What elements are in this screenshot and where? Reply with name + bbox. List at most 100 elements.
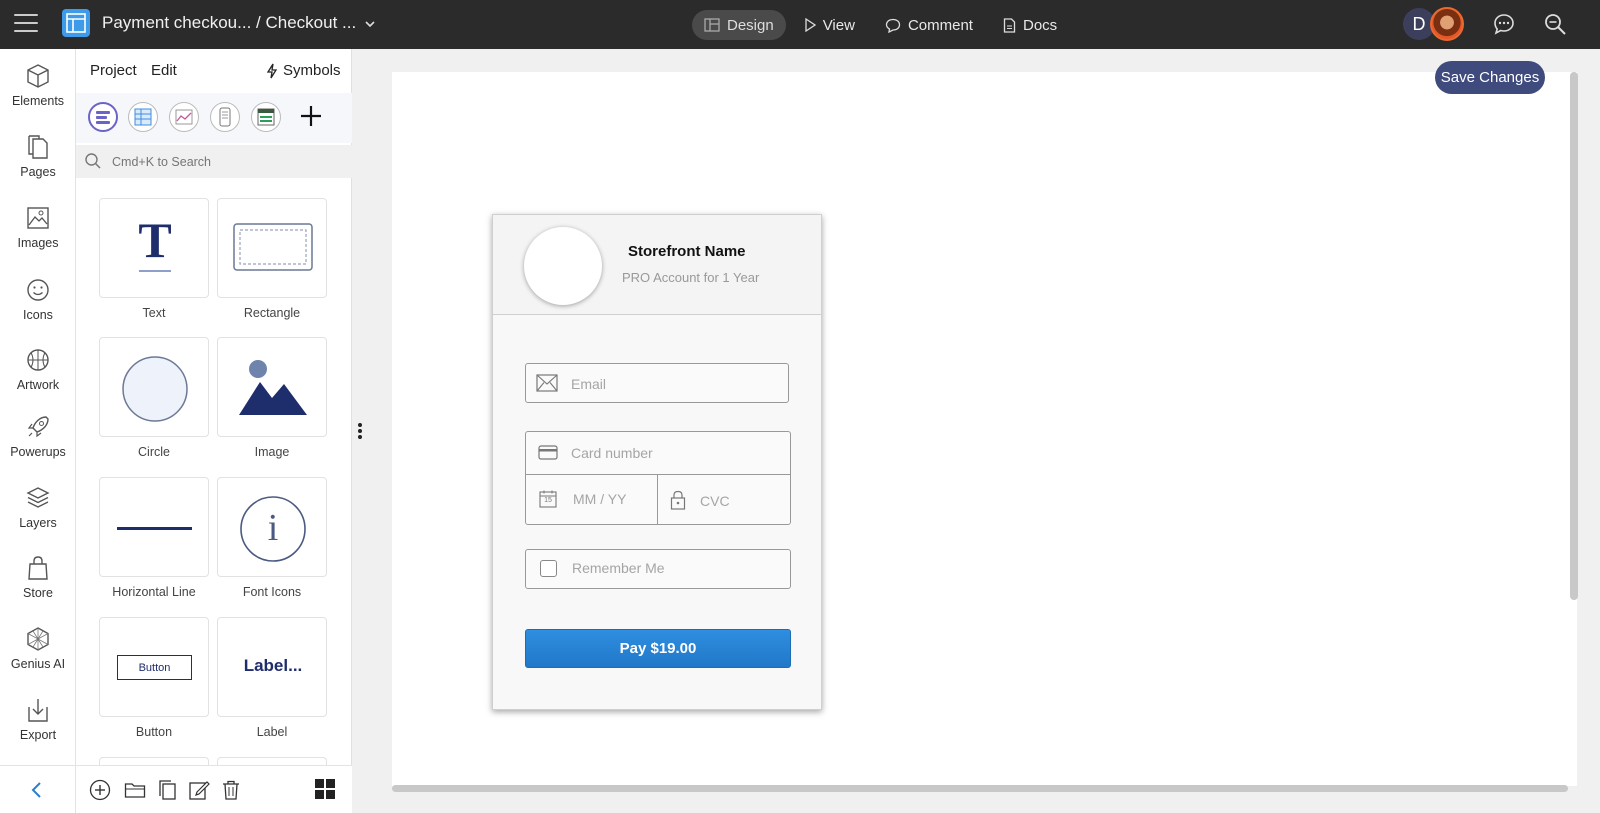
rail-item-elements[interactable]: Elements: [0, 63, 76, 108]
button-preview: Button: [117, 655, 192, 680]
store-name[interactable]: Storefront Name: [628, 243, 746, 260]
sparkle-icon: [27, 627, 49, 651]
rail-item-powerups[interactable]: Powerups: [0, 414, 76, 459]
rail-item-pages[interactable]: Pages: [0, 134, 76, 179]
element-search: [76, 145, 352, 178]
pay-button[interactable]: Pay $19.00: [525, 629, 791, 668]
tile-label: Button: [135, 725, 173, 739]
tile-partial[interactable]: [99, 757, 209, 765]
text-underline: [139, 270, 171, 272]
chat-icon[interactable]: [1492, 12, 1516, 36]
tile-label: Text: [142, 306, 166, 320]
email-field[interactable]: [525, 363, 789, 403]
tile-rectangle[interactable]: [217, 198, 327, 298]
tile-font-icons[interactable]: i: [217, 477, 327, 577]
mode-comment[interactable]: Comment: [873, 10, 985, 40]
card-number-input[interactable]: [571, 443, 781, 463]
expiry-input[interactable]: [573, 489, 653, 509]
image-icon: [27, 207, 49, 229]
store-logo[interactable]: [524, 227, 602, 305]
mode-switcher: Design View Comment Docs: [692, 10, 1075, 40]
panel-toolbar: [76, 765, 352, 813]
library-mobile-icon[interactable]: [210, 102, 240, 132]
zoom-search-icon[interactable]: [1543, 12, 1567, 36]
tile-label: Font Icons: [242, 585, 302, 599]
search-input[interactable]: [112, 152, 332, 172]
rail-label: Genius AI: [10, 657, 66, 671]
library-table-icon[interactable]: [128, 102, 158, 132]
remember-me-field[interactable]: Remember Me: [525, 549, 791, 589]
font-icon-glyph: i: [267, 507, 279, 549]
rail-label: Export: [19, 728, 57, 742]
calendar-day: 15: [544, 497, 552, 504]
tile-label: Image: [254, 445, 290, 459]
tile-horizontal-line[interactable]: [99, 477, 209, 577]
layers-icon: [26, 487, 50, 508]
library-web-icon[interactable]: [251, 102, 281, 132]
collapse-panel-button[interactable]: [0, 765, 76, 813]
tile-image[interactable]: [217, 337, 327, 437]
lock-icon: [670, 490, 686, 510]
app-logo-icon[interactable]: [62, 9, 90, 37]
rail-item-store[interactable]: Store: [0, 555, 76, 600]
email-input[interactable]: [571, 374, 771, 394]
rail-item-images[interactable]: Images: [0, 205, 76, 250]
rail-item-export[interactable]: Export: [0, 697, 76, 742]
circle-icon: [122, 356, 188, 422]
remember-checkbox[interactable]: [540, 560, 557, 577]
bag-icon: [28, 556, 48, 580]
rail-label: Elements: [11, 94, 65, 108]
label-preview: Label...: [243, 656, 303, 675]
cvc-input[interactable]: [700, 491, 780, 511]
library-chart-icon[interactable]: [169, 102, 199, 132]
tile-partial[interactable]: [217, 757, 327, 765]
rail-label: Artwork: [16, 378, 60, 392]
chevron-down-icon[interactable]: [362, 16, 378, 32]
left-rail: Elements Pages Images Icons Artwork Powe…: [0, 49, 76, 813]
rail-item-artwork[interactable]: Artwork: [0, 347, 76, 392]
folder-icon[interactable]: [124, 779, 146, 801]
vertical-scrollbar[interactable]: [1570, 72, 1578, 600]
trash-icon[interactable]: [220, 779, 242, 801]
tile-label-element[interactable]: Label...: [217, 617, 327, 717]
grid-view-icon[interactable]: [314, 778, 336, 800]
mode-label: View: [822, 16, 855, 34]
image-placeholder-icon: [239, 360, 307, 415]
design-icon: [704, 18, 720, 32]
comment-icon: [885, 18, 901, 33]
document-title[interactable]: Payment checkou... / Checkout ...: [102, 13, 356, 33]
library-forms-icon[interactable]: [88, 102, 118, 132]
credit-card-icon: [538, 445, 558, 460]
add-circle-icon[interactable]: [89, 779, 111, 801]
rail-item-layers[interactable]: Layers: [0, 485, 76, 530]
edit-icon[interactable]: [188, 779, 210, 801]
tile-button[interactable]: Button: [99, 617, 209, 717]
user-avatar-photo[interactable]: [1430, 7, 1464, 41]
store-subtitle[interactable]: PRO Account for 1 Year: [622, 270, 759, 285]
horizontal-line-icon: [117, 527, 192, 530]
rail-item-genius-ai[interactable]: Genius AI: [0, 626, 76, 671]
horizontal-scrollbar[interactable]: [392, 785, 1568, 792]
checkout-card[interactable]: Storefront Name PRO Account for 1 Year 1…: [492, 214, 822, 710]
hamburger-menu-icon[interactable]: [14, 14, 38, 34]
rail-item-icons[interactable]: Icons: [0, 277, 76, 322]
checkout-header: Storefront Name PRO Account for 1 Year: [493, 215, 821, 315]
export-icon: [28, 699, 48, 722]
mode-label: Design: [727, 16, 774, 34]
copy-icon[interactable]: [157, 779, 179, 801]
mode-label: Comment: [907, 16, 973, 34]
mode-view[interactable]: View: [792, 10, 867, 40]
tile-text[interactable]: T: [99, 198, 209, 298]
menu-project[interactable]: Project: [90, 62, 137, 79]
menu-edit[interactable]: Edit: [151, 62, 177, 79]
add-library-icon[interactable]: [298, 103, 324, 129]
symbols-button[interactable]: Symbols: [266, 62, 341, 79]
smiley-icon: [27, 279, 49, 301]
tile-circle[interactable]: [99, 337, 209, 437]
save-changes-button[interactable]: Save Changes: [1435, 61, 1545, 94]
mode-docs[interactable]: Docs: [991, 10, 1069, 40]
panel-resize-handle[interactable]: [358, 423, 362, 439]
mode-label: Docs: [1022, 16, 1058, 34]
lightning-icon: [266, 63, 278, 78]
mode-design[interactable]: Design: [692, 10, 786, 40]
